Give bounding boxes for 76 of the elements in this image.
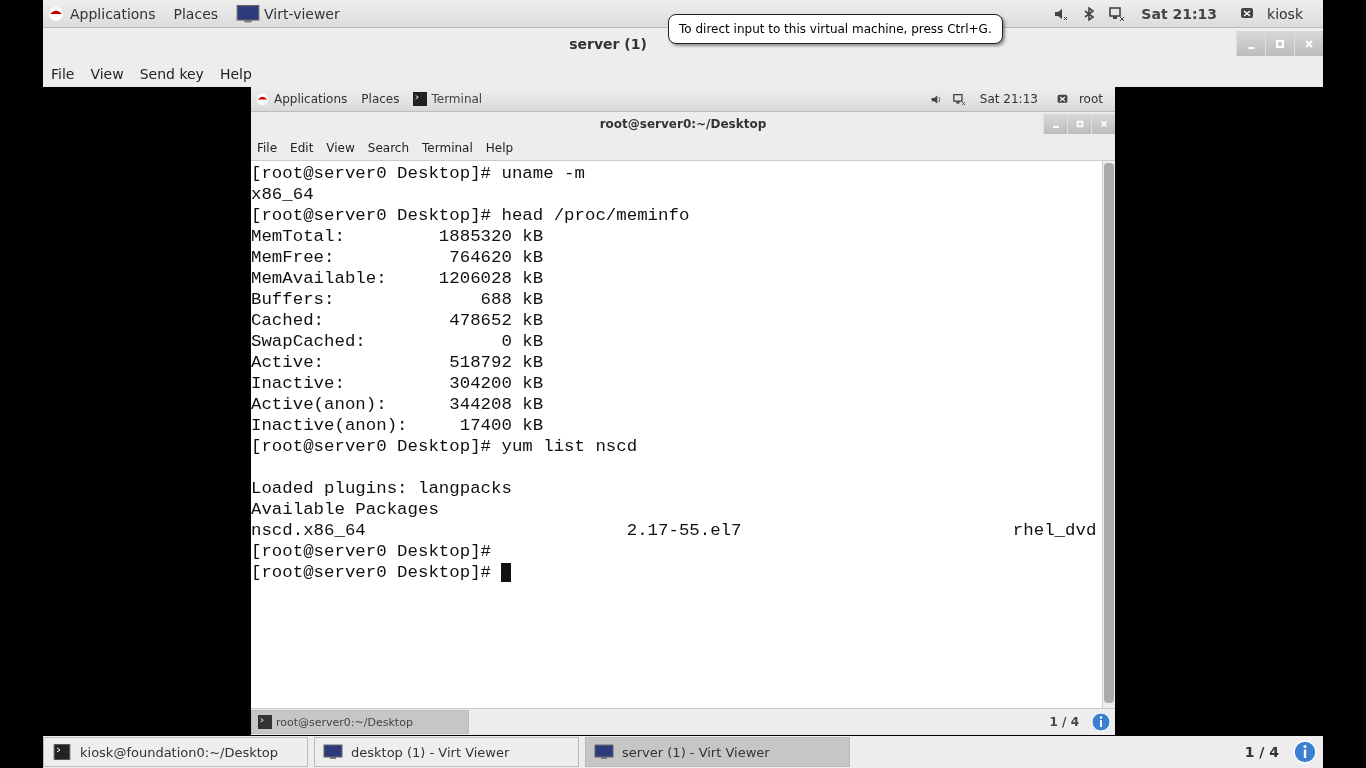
network-icon[interactable] [952, 92, 966, 106]
scrollbar-thumb[interactable] [1104, 163, 1114, 703]
menu-item[interactable]: View [326, 141, 355, 155]
terminal-line: [root@server0 Desktop]# yum list nscd [251, 436, 638, 457]
terminal-line: MemTotal: 1885320 kB [251, 226, 544, 247]
terminal-line: x86_64 [251, 184, 314, 205]
hat-logo-icon [48, 5, 64, 22]
minimize-button[interactable] [1043, 114, 1067, 134]
taskbar-button[interactable]: kiosk@foundation0:~/Desktop [43, 737, 308, 767]
window-title: root@server0:~/Desktop [599, 117, 767, 131]
workspace-indicator[interactable]: 1 / 4 [1244, 744, 1279, 760]
terminal-icon [413, 92, 428, 106]
clock-text[interactable]: Sat 21:13 [979, 92, 1038, 106]
terminal-line: Available Packages [251, 499, 439, 520]
taskbar-button[interactable]: root@server0:~/Desktop [251, 710, 469, 734]
menu-item[interactable]: Search [367, 141, 410, 155]
terminal-line: Inactive: 304200 kB [251, 373, 544, 394]
menu-item[interactable]: Edit [290, 141, 314, 155]
menu-item[interactable]: Terminal [422, 141, 473, 155]
panel-menu[interactable]: Applications [274, 92, 348, 106]
monitor-icon [236, 3, 261, 24]
terminal-icon [52, 744, 72, 760]
terminal-line: [root@server0 Desktop]# [251, 541, 492, 562]
hat-logo-icon [256, 92, 269, 106]
terminal-line: Active: 518792 kB [251, 352, 544, 373]
user-icon [1055, 92, 1069, 106]
network-icon[interactable] [1109, 5, 1126, 22]
menu-item[interactable]: File [51, 65, 75, 82]
maximize-button[interactable] [1067, 114, 1091, 134]
monitor-icon [323, 744, 343, 760]
terminal-line: MemAvailable: 1206028 kB [251, 268, 544, 289]
taskbar-button[interactable]: desktop (1) - Virt Viewer [314, 737, 579, 767]
close-icon [1304, 38, 1314, 49]
user-menu[interactable]: root [1055, 92, 1103, 106]
maximize-icon [1075, 120, 1084, 128]
close-icon [1099, 120, 1108, 128]
terminal-line: Loaded plugins: langpacks [251, 478, 512, 499]
menu-item[interactable]: Send key [139, 65, 204, 82]
terminal-line: Inactive(anon): 17400 kB [251, 415, 544, 436]
terminal-line: SwapCached: 0 kB [251, 331, 544, 352]
close-button[interactable] [1294, 31, 1323, 56]
info-icon[interactable] [1091, 712, 1111, 732]
terminal-line: [root@server0 Desktop]# [251, 562, 493, 583]
terminal-line: [root@server0 Desktop]# uname -m [251, 163, 585, 184]
panel-menu[interactable]: Places [361, 92, 400, 106]
terminal-line: Buffers: 688 kB [251, 289, 544, 310]
close-button[interactable] [1091, 114, 1115, 134]
window-title: server (1) [569, 36, 647, 52]
maximize-button[interactable] [1265, 31, 1294, 56]
text-cursor [501, 563, 512, 582]
workspace-indicator[interactable]: 1 / 4 [1049, 715, 1079, 729]
scrollbar[interactable] [1102, 161, 1115, 708]
user-menu[interactable]: kiosk [1239, 5, 1303, 22]
info-icon[interactable] [1293, 740, 1317, 764]
maximize-icon [1275, 38, 1285, 49]
clock-text[interactable]: Sat 21:13 [1141, 5, 1218, 22]
minimize-button[interactable] [1236, 31, 1265, 56]
monitor-icon [594, 744, 614, 760]
terminal-line: nscd.x86_64 2.17-55.el7 rhel_dvd [251, 520, 1097, 541]
minimize-icon [1052, 126, 1059, 128]
app-button[interactable]: Virt-viewer [236, 3, 340, 24]
tooltip: To direct input to this virtual machine, press Ctrl+G. [668, 14, 1003, 44]
taskbar-button[interactable]: server (1) - Virt Viewer [585, 737, 850, 767]
menu-item[interactable]: Help [219, 65, 252, 82]
terminal-line: Cached: 478652 kB [251, 310, 544, 331]
menu-item[interactable]: Help [485, 141, 514, 155]
terminal-icon [258, 715, 272, 729]
menu-item[interactable]: View [90, 65, 124, 82]
terminal-line: MemFree: 764620 kB [251, 247, 544, 268]
app-button[interactable]: Terminal [413, 92, 483, 106]
menu-item[interactable]: File [257, 141, 278, 155]
terminal-line: [root@server0 Desktop]# head /proc/meminfo [251, 205, 690, 226]
minimize-icon [1247, 46, 1255, 49]
panel-menu[interactable]: Applications [70, 5, 156, 22]
panel-menu[interactable]: Places [173, 5, 219, 22]
terminal-line: Active(anon): 344208 kB [251, 394, 544, 415]
